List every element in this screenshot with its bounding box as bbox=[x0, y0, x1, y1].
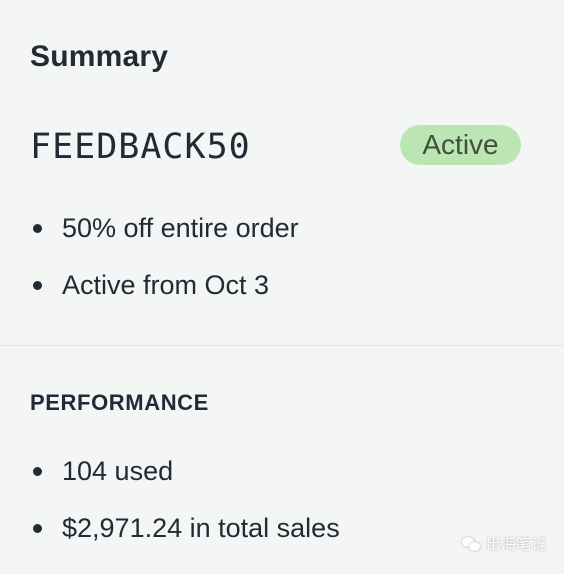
status-badge: Active bbox=[400, 125, 521, 165]
wechat-icon bbox=[461, 536, 480, 551]
discount-code: FEEDBACK50 bbox=[30, 127, 251, 167]
watermark-text: 出海笔记 bbox=[485, 536, 546, 553]
usage-count-text: 104 used bbox=[62, 456, 174, 486]
summary-title: Summary bbox=[30, 40, 169, 73]
summary-section: Summary FEEDBACK50 Active 50% off entire… bbox=[0, 0, 564, 345]
discount-summary-card: Summary FEEDBACK50 Active 50% off entire… bbox=[0, 0, 564, 574]
detail-active-date-text: Active from Oct 3 bbox=[62, 270, 270, 300]
bullet-icon bbox=[33, 224, 42, 233]
bullet-icon bbox=[33, 467, 42, 476]
bullet-icon bbox=[33, 524, 42, 533]
watermark: 出海笔记 bbox=[461, 533, 546, 554]
bullet-icon bbox=[33, 281, 42, 290]
detail-discount-text: 50% off entire order bbox=[62, 213, 299, 243]
performance-heading: PERFORMANCE bbox=[30, 390, 209, 415]
total-sales-text: $2,971.24 in total sales bbox=[62, 513, 340, 543]
